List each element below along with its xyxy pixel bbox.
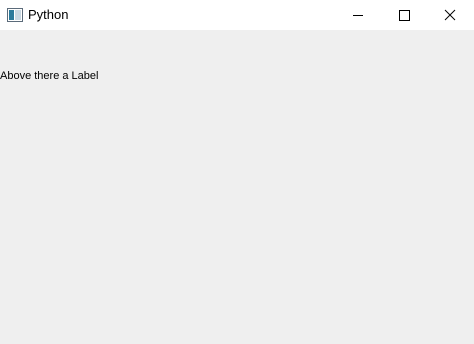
- window-content: Above there a Label: [0, 30, 474, 344]
- app-window: Python Above there a Label: [0, 0, 474, 344]
- maximize-button[interactable]: [381, 0, 427, 30]
- minimize-button[interactable]: [335, 0, 381, 30]
- title-bar[interactable]: Python: [0, 0, 474, 30]
- python-app-icon: [7, 8, 23, 22]
- info-label: Above there a Label: [0, 70, 99, 82]
- window-title: Python: [28, 7, 69, 22]
- close-button[interactable]: [427, 0, 473, 30]
